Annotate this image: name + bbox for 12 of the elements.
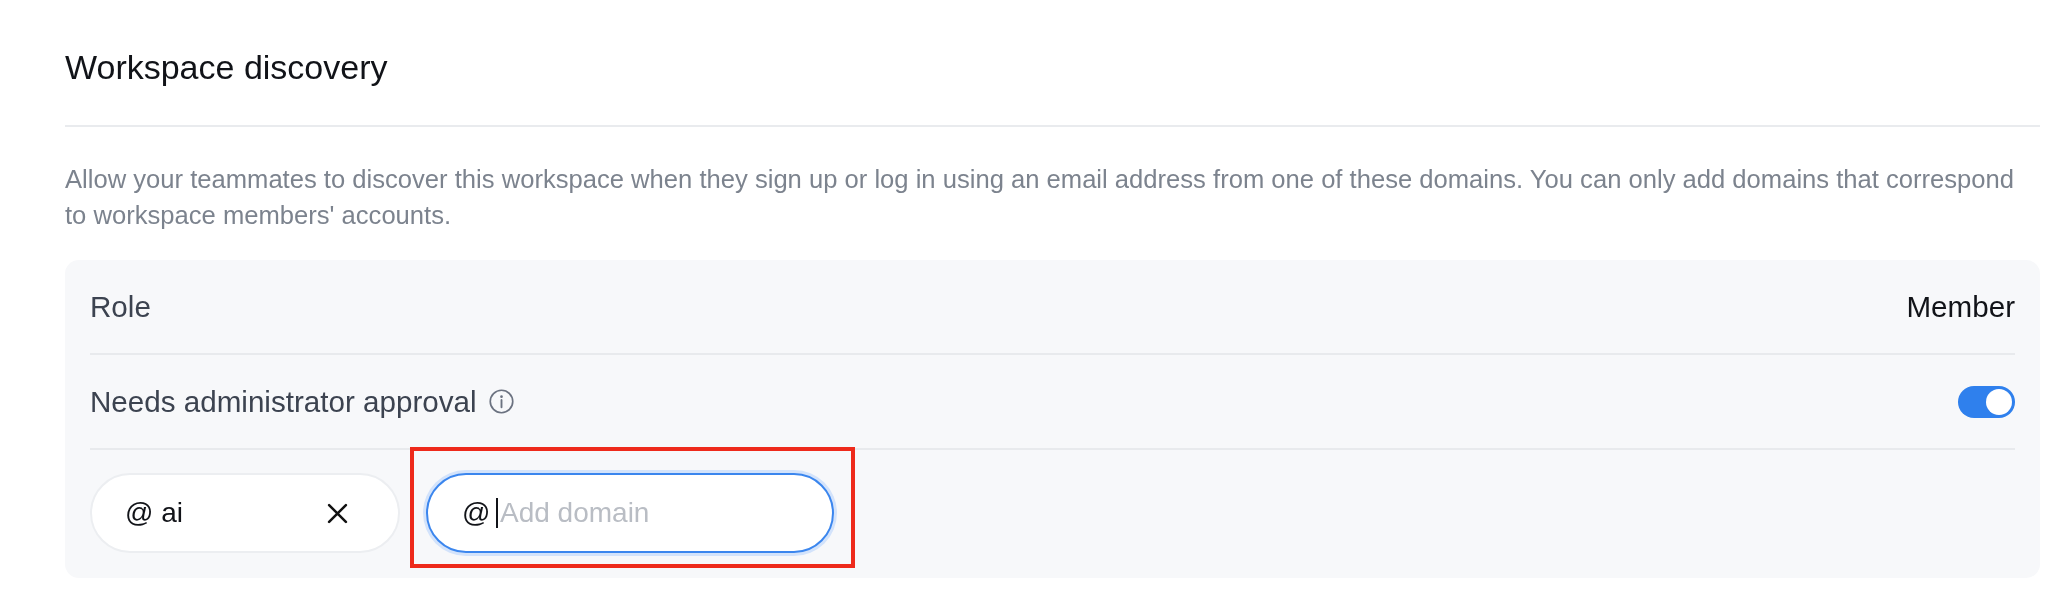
at-prefix: @ [462, 497, 491, 529]
setting-value: Member [1906, 289, 2015, 324]
close-icon [327, 502, 348, 524]
info-icon[interactable] [488, 389, 514, 414]
remove-button[interactable] [327, 502, 348, 524]
section-description: Allow your teammates to discover this workspace when they sign up or log in using an email address from one of these domains. You can only add domains that correspond to workspace members' accounts. [65, 164, 2016, 231]
setting-label: Needs administrator approval [90, 384, 477, 419]
text-cursor-icon [496, 498, 498, 528]
domain-label: @ ai [125, 497, 183, 529]
section-title: Workspace discovery [65, 47, 389, 88]
setting-label: Role [90, 289, 151, 324]
toggle-switch[interactable] [1958, 385, 2015, 418]
